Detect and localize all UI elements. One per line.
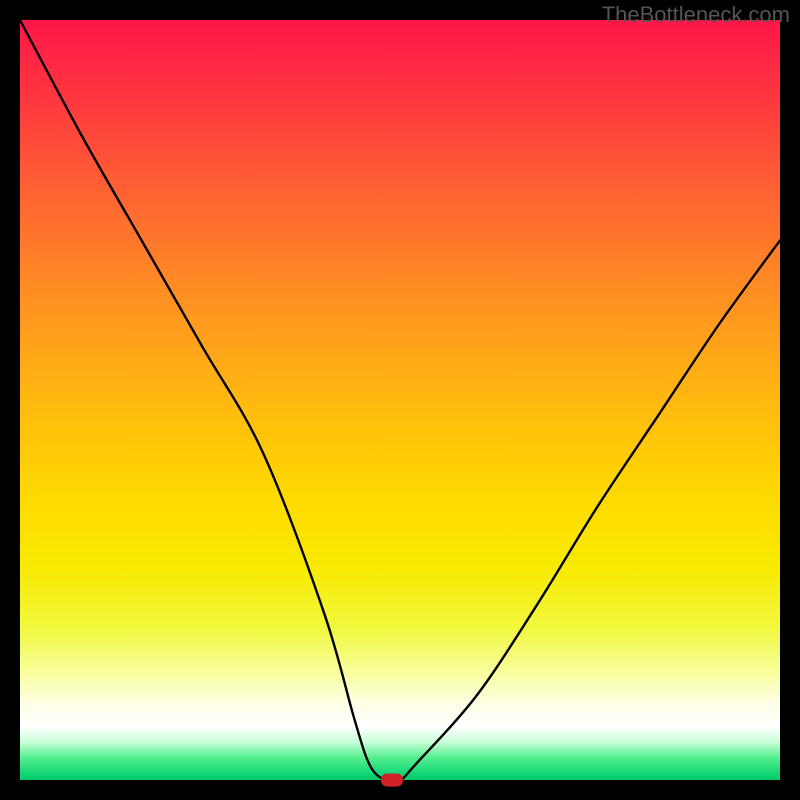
curve-path [20, 20, 780, 780]
chart-frame: TheBottleneck.com [0, 0, 800, 800]
optimum-marker [381, 774, 403, 787]
plot-area [20, 20, 780, 780]
bottleneck-curve [20, 20, 780, 780]
watermark-text: TheBottleneck.com [602, 2, 790, 28]
